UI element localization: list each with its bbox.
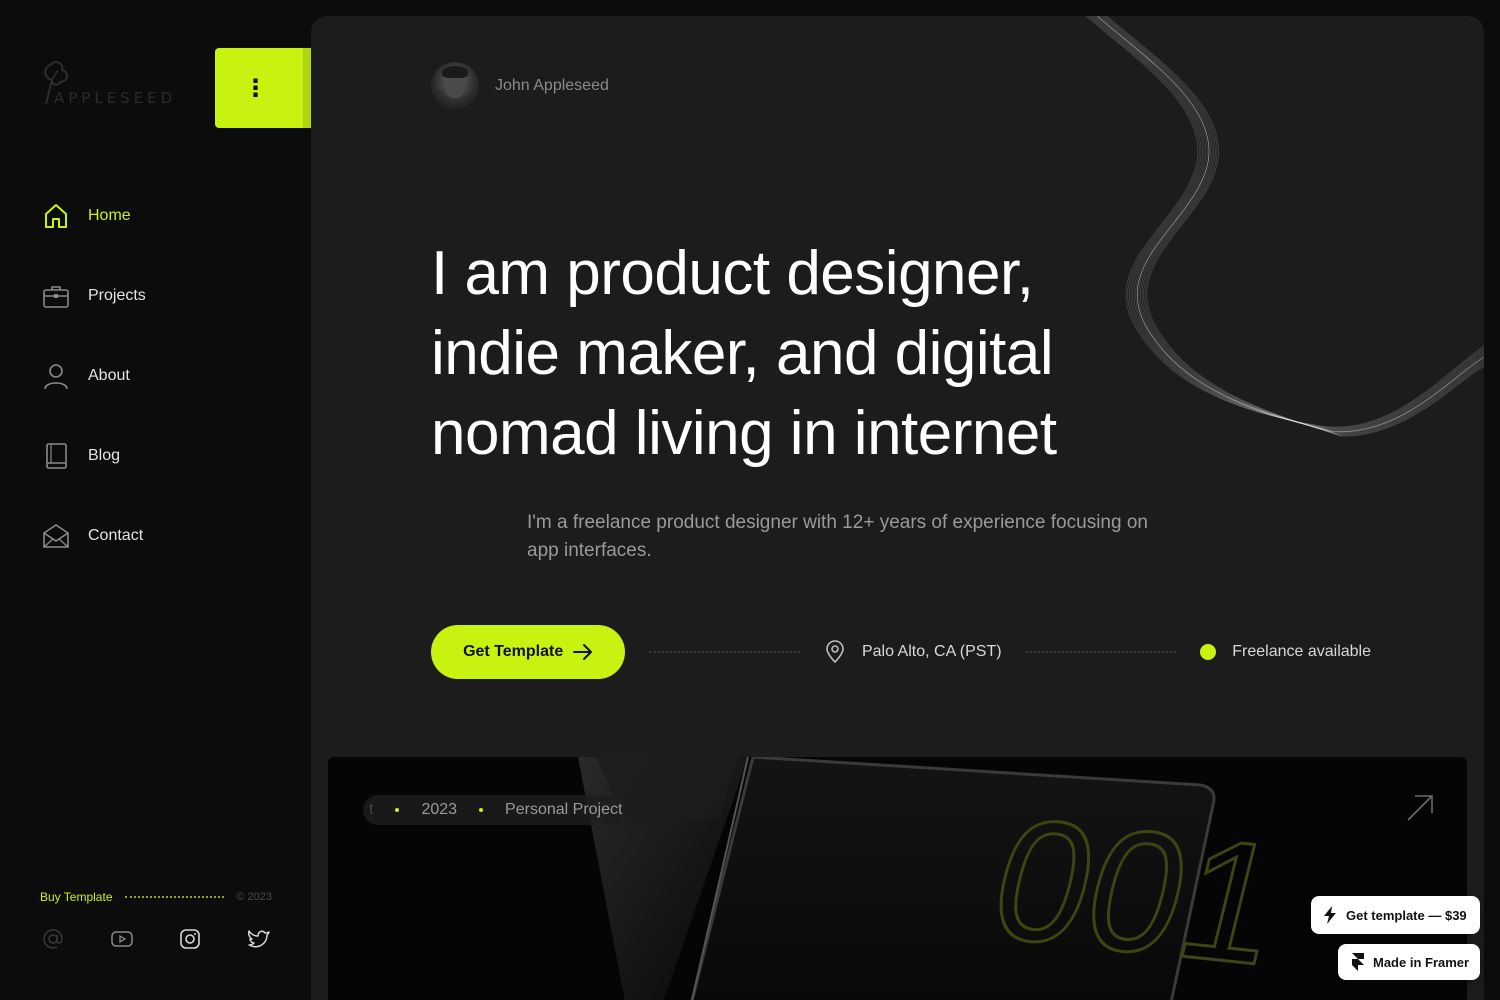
- get-template-badge-label: Get template — $39: [1346, 907, 1467, 923]
- sidebar-item-contact[interactable]: Contact: [40, 518, 146, 554]
- made-in-framer-label: Made in Framer: [1373, 954, 1470, 970]
- menu-button[interactable]: ⋮: [215, 48, 311, 128]
- wave-line: [1093, 16, 1484, 431]
- sidebar-item-about[interactable]: About: [40, 358, 146, 394]
- get-template-label: Get Template: [463, 643, 564, 660]
- social-links: [40, 926, 272, 952]
- copyright: © 2023: [236, 891, 272, 903]
- framer-icon: [1352, 953, 1364, 971]
- youtube-icon[interactable]: [109, 926, 135, 952]
- sidebar: APPLESEED ⋮ Home Projects About Blog Con…: [0, 0, 311, 1000]
- sidebar-item-label: Contact: [88, 527, 144, 544]
- project-year: 2023: [421, 801, 458, 818]
- sidebar-item-label: Home: [88, 207, 131, 224]
- hero-headline: I am product designer, indie maker, and …: [431, 234, 1151, 474]
- project-number-art: 001: [974, 781, 1301, 1000]
- location: Palo Alto, CA (PST): [824, 640, 1002, 664]
- bolt-icon: [1323, 906, 1337, 924]
- status-dot: [1200, 644, 1217, 660]
- availability: Freelance available: [1200, 643, 1371, 661]
- project-type: Personal Project: [505, 801, 623, 818]
- logo[interactable]: APPLESEED: [40, 60, 180, 110]
- buy-template-link[interactable]: Buy Template: [40, 890, 113, 904]
- profile-name: John Appleseed: [495, 77, 609, 94]
- arrow-up-right-icon[interactable]: [1405, 793, 1435, 827]
- project-meta: t 2023 Personal Project: [363, 795, 625, 825]
- instagram-icon[interactable]: [177, 926, 203, 952]
- dotted-divider: [1025, 651, 1177, 653]
- hero-intro: I'm a freelance product designer with 12…: [527, 512, 1148, 561]
- made-in-framer-badge[interactable]: Made in Framer: [1338, 944, 1480, 980]
- sidebar-nav: Home Projects About Blog Contact: [40, 198, 146, 598]
- profile: John Appleseed: [431, 62, 609, 110]
- sidebar-item-label: Projects: [88, 287, 146, 304]
- sidebar-item-label: Blog: [88, 447, 121, 464]
- vertical-dots-icon: ⋮: [243, 74, 268, 102]
- project-number: 001: [975, 783, 1299, 1000]
- headline-line: indie maker, and digital: [431, 319, 1054, 388]
- avatar-hair: [442, 66, 468, 78]
- menu-button-edge: [303, 48, 311, 128]
- headline-line: nomad living in internet: [431, 399, 1057, 468]
- sidebar-footer: Buy Template © 2023: [40, 887, 272, 907]
- location-text: Palo Alto, CA (PST): [861, 643, 1002, 660]
- meta-separator: [479, 808, 484, 812]
- project-card[interactable]: 001 t 2023 Personal Project: [328, 757, 1467, 1000]
- avatar: [431, 62, 479, 110]
- home-icon: [40, 200, 72, 232]
- sidebar-item-home[interactable]: Home: [40, 198, 146, 234]
- wave-line: [1100, 16, 1484, 434]
- arrow-right-icon: [573, 644, 593, 660]
- headline-line: I am product designer,: [431, 239, 1034, 308]
- dotted-divider: [124, 896, 225, 898]
- envelope-icon: [40, 520, 72, 552]
- map-pin-icon: [824, 640, 846, 664]
- wave-line: [1098, 16, 1484, 433]
- cta-row: Get Template Palo Alto, CA (PST) Freelan…: [431, 625, 1371, 679]
- twitter-icon[interactable]: [246, 926, 272, 952]
- dotted-divider: [649, 651, 800, 653]
- main-panel: John Appleseed I am product designer, in…: [311, 16, 1484, 1000]
- meta-separator: [395, 808, 400, 812]
- user-icon: [40, 360, 72, 392]
- get-template-button[interactable]: Get Template: [431, 625, 626, 679]
- book-icon: [40, 440, 72, 472]
- briefcase-icon: [40, 280, 72, 312]
- wave-line: [1095, 16, 1484, 432]
- get-template-badge[interactable]: Get template — $39: [1311, 896, 1480, 934]
- sidebar-item-projects[interactable]: Projects: [40, 278, 146, 314]
- sidebar-item-label: About: [88, 367, 130, 384]
- at-icon[interactable]: [40, 926, 66, 952]
- availability-text: Freelance available: [1232, 643, 1371, 660]
- wave-line: [1092, 16, 1484, 431]
- logo-text: APPLESEED: [54, 89, 177, 107]
- meta-fragment: t: [369, 801, 374, 818]
- sidebar-item-blog[interactable]: Blog: [40, 438, 146, 474]
- wave-line: [1096, 16, 1484, 433]
